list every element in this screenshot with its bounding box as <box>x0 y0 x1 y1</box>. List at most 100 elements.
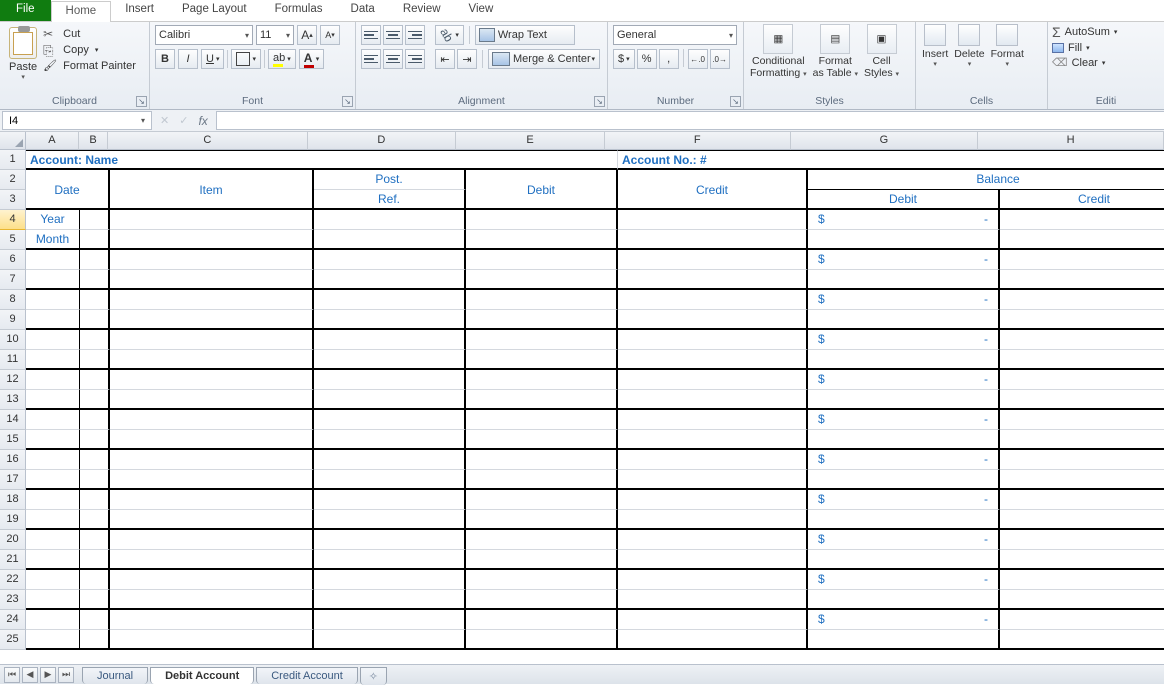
cell[interactable] <box>466 610 618 630</box>
fill-button[interactable]: Fill▾ <box>1052 42 1090 54</box>
cell[interactable] <box>466 630 618 650</box>
cell[interactable] <box>1000 250 1164 270</box>
cell[interactable] <box>618 550 808 570</box>
cell[interactable] <box>618 490 808 510</box>
cell[interactable] <box>618 230 808 250</box>
cell[interactable] <box>26 510 80 530</box>
menu-file[interactable]: File <box>0 0 51 21</box>
cell[interactable] <box>110 390 314 410</box>
row-header-2[interactable]: 2 <box>0 170 26 190</box>
cell[interactable] <box>314 470 466 490</box>
cell[interactable] <box>618 510 808 530</box>
insert-cells-button[interactable]: Insert▾ <box>922 24 948 68</box>
col-header-D[interactable]: D <box>308 132 457 150</box>
format-painter-button[interactable]: Format Painter <box>43 59 136 73</box>
cell[interactable] <box>110 210 314 230</box>
cell[interactable] <box>26 250 80 270</box>
cell[interactable] <box>808 270 1000 290</box>
cell[interactable] <box>466 490 618 510</box>
cell[interactable] <box>80 570 110 590</box>
cell[interactable] <box>80 230 110 250</box>
decrease-indent-button[interactable]: ⇤ <box>435 49 455 69</box>
cell[interactable] <box>110 250 314 270</box>
row-header-22[interactable]: 22 <box>0 570 26 590</box>
row-header-3[interactable]: 3 <box>0 190 26 210</box>
cell[interactable] <box>618 270 808 290</box>
cell[interactable] <box>110 590 314 610</box>
cell[interactable]: Date <box>26 170 110 210</box>
row-header-10[interactable]: 10 <box>0 330 26 350</box>
fx-icon[interactable]: fx <box>198 114 207 128</box>
cell[interactable] <box>110 630 314 650</box>
cell[interactable] <box>466 410 618 430</box>
grow-font-button[interactable]: A▴ <box>297 25 317 45</box>
clear-button[interactable]: Clear▾ <box>1052 56 1105 69</box>
percent-format-button[interactable]: % <box>637 49 657 69</box>
cell[interactable] <box>808 510 1000 530</box>
cell[interactable] <box>314 450 466 470</box>
wrap-text-button[interactable]: Wrap Text <box>475 25 575 45</box>
cell[interactable] <box>1000 590 1164 610</box>
cell[interactable]: Ref. <box>314 190 466 210</box>
cell[interactable] <box>1000 370 1164 390</box>
cell[interactable] <box>26 630 80 650</box>
row-header-16[interactable]: 16 <box>0 450 26 470</box>
cell[interactable] <box>466 510 618 530</box>
launcher-icon[interactable]: ↘ <box>594 96 605 107</box>
cell[interactable]: Balance <box>808 170 1164 190</box>
copy-button[interactable]: Copy▾ <box>43 43 136 57</box>
row-header-1[interactable]: 1 <box>0 150 26 170</box>
tab-nav-last[interactable]: ⏭ <box>58 667 74 683</box>
cell[interactable]: Credit <box>618 170 808 210</box>
col-header-A[interactable]: A <box>26 132 79 150</box>
number-format-combo[interactable]: General▾ <box>613 25 737 45</box>
cell[interactable] <box>618 210 808 230</box>
row-header-8[interactable]: 8 <box>0 290 26 310</box>
cell[interactable] <box>314 410 466 430</box>
conditional-formatting-button[interactable]: ▦ Conditional Formatting ▾ <box>750 24 807 79</box>
cell[interactable] <box>110 370 314 390</box>
cell[interactable]: $- <box>808 410 1000 430</box>
cell[interactable] <box>618 390 808 410</box>
cell[interactable]: Year <box>26 210 80 230</box>
cell[interactable] <box>110 510 314 530</box>
cell[interactable]: Post. <box>314 170 466 190</box>
name-box[interactable]: I4▾ <box>2 111 152 130</box>
cell[interactable] <box>26 410 80 430</box>
cell[interactable]: $- <box>808 250 1000 270</box>
cell[interactable]: Account: Name <box>26 150 618 170</box>
cell[interactable] <box>808 430 1000 450</box>
align-left-button[interactable] <box>361 49 381 69</box>
cell[interactable] <box>1000 510 1164 530</box>
cell[interactable] <box>618 290 808 310</box>
formula-input[interactable] <box>216 111 1164 130</box>
cell[interactable] <box>466 570 618 590</box>
underline-button[interactable]: U▾ <box>201 49 224 69</box>
row-header-20[interactable]: 20 <box>0 530 26 550</box>
row-header-18[interactable]: 18 <box>0 490 26 510</box>
cell[interactable] <box>110 290 314 310</box>
orientation-button[interactable]: ab▾ <box>435 25 464 45</box>
font-name-combo[interactable]: Calibri▾ <box>155 25 253 45</box>
cell[interactable] <box>314 570 466 590</box>
cell[interactable] <box>1000 490 1164 510</box>
cell[interactable] <box>26 490 80 510</box>
cell[interactable] <box>1000 470 1164 490</box>
cell[interactable] <box>1000 430 1164 450</box>
row-header-17[interactable]: 17 <box>0 470 26 490</box>
align-middle-button[interactable] <box>383 25 403 45</box>
cell[interactable] <box>618 450 808 470</box>
tab-nav-first[interactable]: ⏮ <box>4 667 20 683</box>
cell[interactable] <box>110 570 314 590</box>
cell[interactable] <box>26 530 80 550</box>
decrease-decimal-button[interactable]: .0→ <box>710 49 730 69</box>
align-center-button[interactable] <box>383 49 403 69</box>
menu-tab-data[interactable]: Data <box>337 0 389 21</box>
cell[interactable] <box>80 410 110 430</box>
row-header-12[interactable]: 12 <box>0 370 26 390</box>
row-header-11[interactable]: 11 <box>0 350 26 370</box>
cell[interactable] <box>314 390 466 410</box>
launcher-icon[interactable]: ↘ <box>730 96 741 107</box>
cell[interactable]: Credit <box>1000 190 1164 210</box>
row-header-24[interactable]: 24 <box>0 610 26 630</box>
